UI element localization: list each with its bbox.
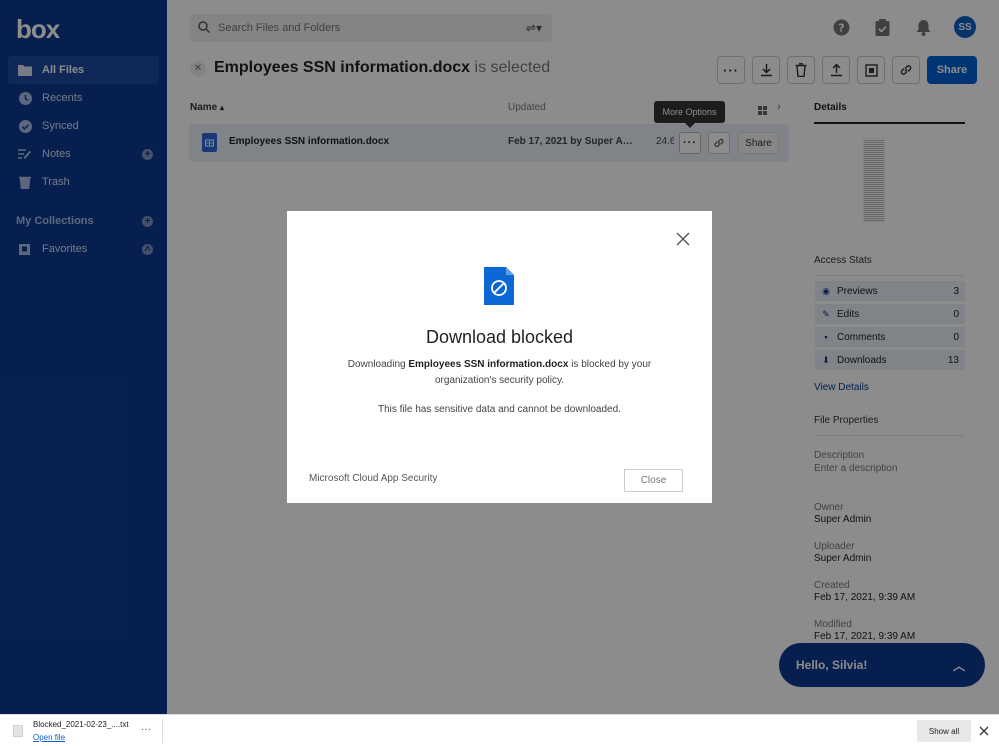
open-file-link[interactable]: Open file	[33, 733, 65, 742]
divider	[162, 719, 163, 743]
close-icon[interactable]	[676, 232, 692, 248]
dialog-subtext: This file has sensitive data and cannot …	[378, 404, 621, 415]
close-button[interactable]: Close	[624, 469, 683, 492]
blocked-file-icon	[484, 267, 514, 305]
text-file-icon	[13, 725, 23, 737]
show-all-button[interactable]: Show all	[917, 720, 971, 742]
message-file-name: Employees SSN information.docx	[408, 359, 569, 370]
message-prefix: Downloading	[347, 359, 406, 370]
download-blocked-dialog: Download blocked Downloading Employees S…	[287, 211, 712, 503]
download-file-name[interactable]: Blocked_2021-02-23_....txt	[33, 720, 129, 729]
download-bar: Blocked_2021-02-23_....txt Open file ···…	[0, 714, 999, 746]
ellipsis-icon[interactable]: ···	[141, 724, 151, 735]
close-icon[interactable]	[979, 724, 991, 736]
dialog-message: Downloading Employees SSN information.do…	[317, 357, 682, 389]
dialog-footer-source: Microsoft Cloud App Security	[309, 473, 438, 484]
dialog-title: Download blocked	[425, 327, 574, 347]
